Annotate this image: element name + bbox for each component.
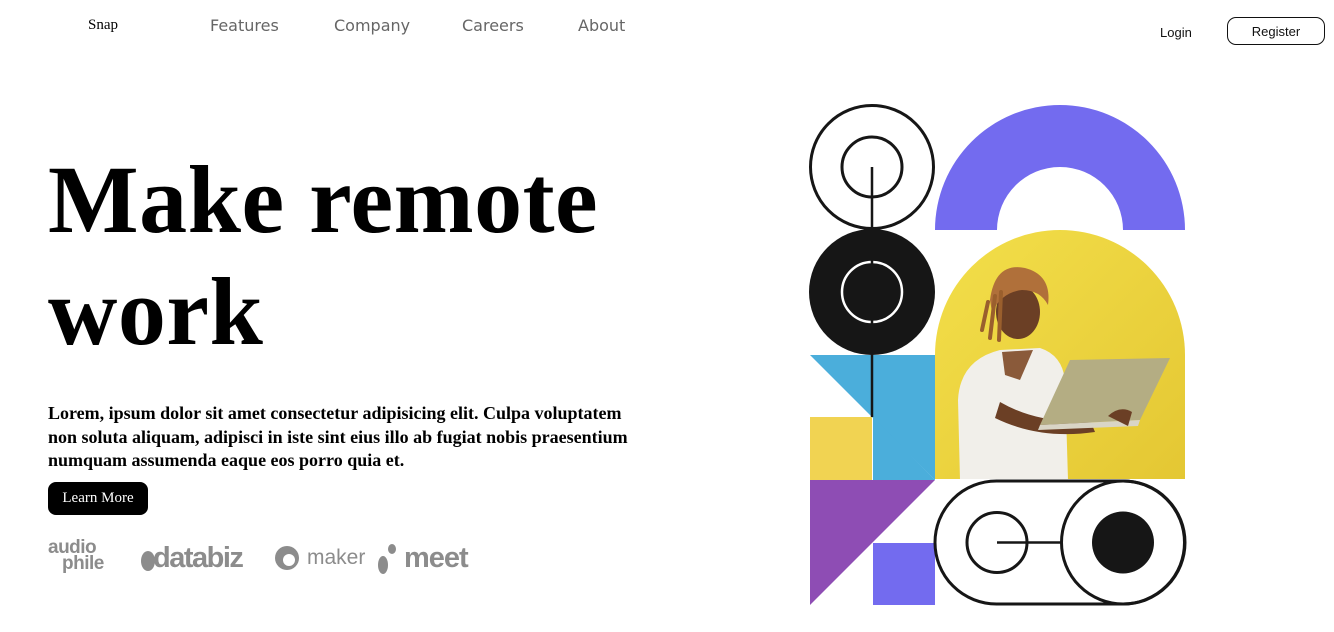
- audiophile-logo-bottom: phile: [62, 553, 104, 574]
- nav-link-careers[interactable]: Careers: [462, 16, 524, 35]
- hero-title: Make remote work: [48, 146, 599, 365]
- login-link[interactable]: Login: [1160, 25, 1192, 40]
- yellow-square: [810, 417, 872, 480]
- nav-link-company[interactable]: Company: [334, 16, 410, 35]
- brand-logo[interactable]: Snap: [88, 17, 118, 34]
- meet-logo-text: meet: [404, 542, 469, 574]
- maker-logo-text: maker: [307, 546, 366, 569]
- register-button[interactable]: Register: [1227, 17, 1325, 45]
- toggle-shape: [933, 479, 1187, 606]
- hero-description: Lorem, ipsum dolor sit amet consectetur …: [48, 403, 628, 470]
- meet-mark-icon: [378, 556, 388, 574]
- maker-mark-icon: [275, 546, 299, 570]
- nav-link-about[interactable]: About: [578, 16, 625, 35]
- audiophile-logo: audio phile: [48, 538, 126, 577]
- purple-arch: [935, 105, 1185, 230]
- meet-dot-icon: [388, 544, 396, 554]
- photo-card: [935, 230, 1185, 479]
- nav-link-features[interactable]: Features: [210, 16, 279, 35]
- databiz-logo-text: databiz: [153, 542, 244, 574]
- learn-more-button[interactable]: Learn More: [48, 482, 148, 515]
- purple-square: [873, 543, 935, 605]
- hero-illustration: [809, 104, 1187, 606]
